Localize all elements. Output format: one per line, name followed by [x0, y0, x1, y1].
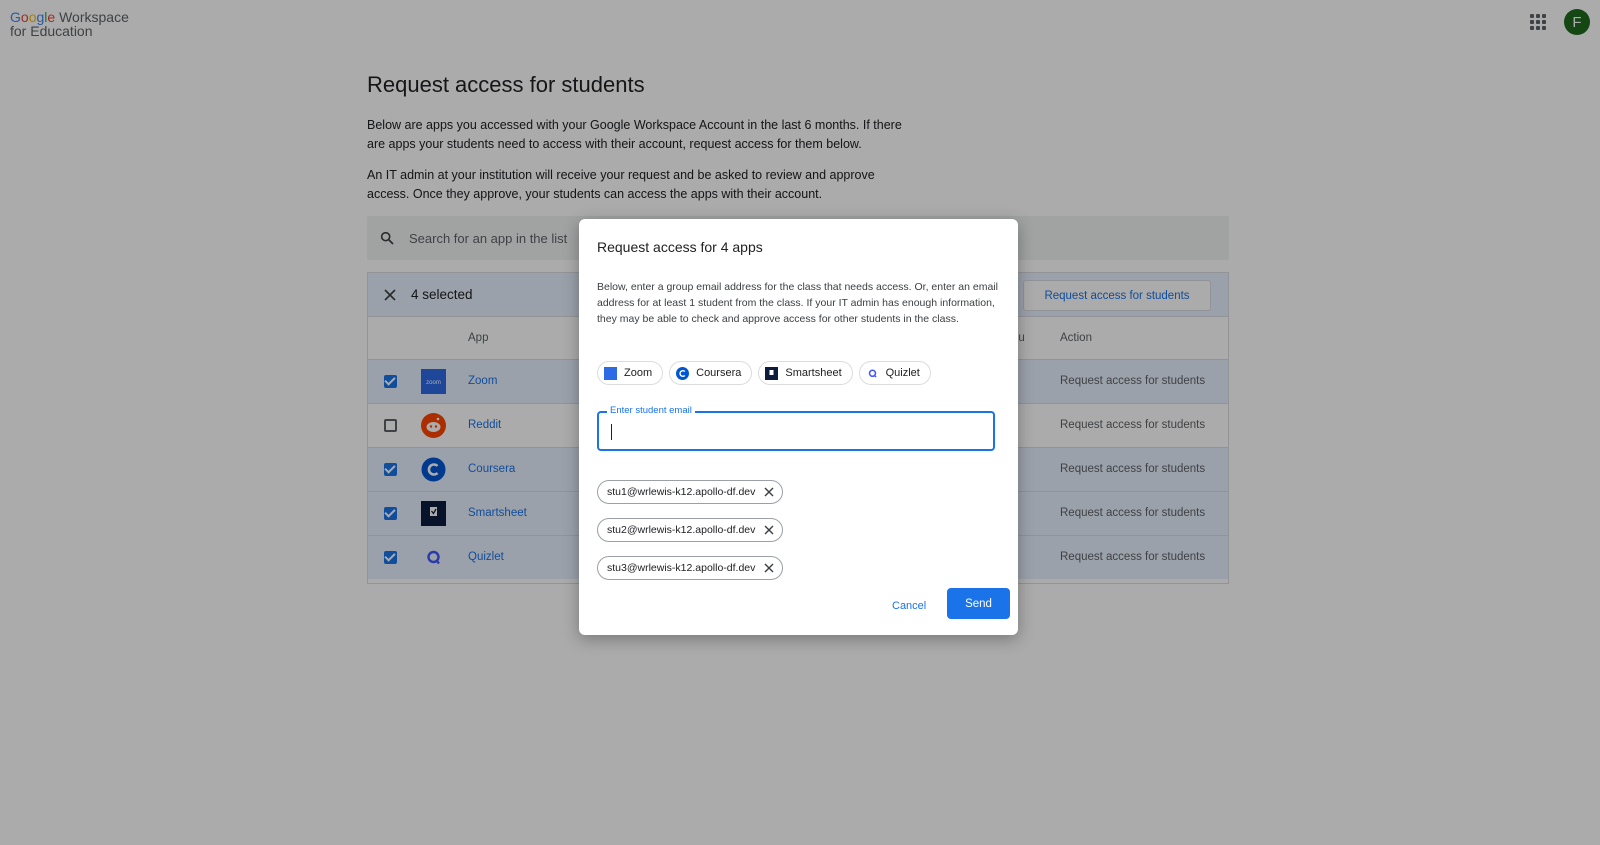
email-chip-label: stu3@wrlewis-k12.apollo-df.dev: [607, 562, 756, 574]
selected-app-chips: Zoom Coursera Smartsheet Quizlet: [597, 361, 931, 385]
page: Google Workspace for Education F Request…: [0, 0, 1600, 845]
request-access-dialog: Request access for 4 apps Below, enter a…: [579, 219, 1018, 635]
email-chip: stu1@wrlewis-k12.apollo-df.dev: [597, 480, 784, 504]
coursera-logo-icon: [676, 366, 690, 380]
remove-email-icon[interactable]: [764, 525, 774, 535]
email-field-label: Enter student email: [607, 405, 695, 416]
send-button[interactable]: Send: [947, 588, 1010, 619]
email-chip: stu3@wrlewis-k12.apollo-df.dev: [597, 556, 784, 580]
app-chip-label: Smartsheet: [785, 367, 842, 379]
student-email-input[interactable]: Enter student email: [597, 405, 995, 451]
smartsheet-logo-icon: [765, 366, 779, 380]
app-chip-label: Coursera: [696, 367, 742, 379]
quizlet-logo-icon: [868, 369, 877, 378]
app-chip-zoom: Zoom: [597, 361, 664, 385]
dialog-title: Request access for 4 apps: [597, 239, 763, 255]
zoom-logo-icon: [604, 366, 617, 380]
app-chip-label: Quizlet: [885, 367, 920, 379]
app-chip-label: Zoom: [624, 367, 653, 379]
remove-email-icon[interactable]: [764, 487, 774, 497]
email-chip: stu2@wrlewis-k12.apollo-df.dev: [597, 518, 784, 542]
dialog-description: Below, enter a group email address for t…: [597, 281, 998, 325]
app-chip-smartsheet: Smartsheet: [758, 361, 853, 385]
app-chip-quizlet: Quizlet: [858, 361, 931, 385]
email-chip-label: stu2@wrlewis-k12.apollo-df.dev: [607, 524, 756, 536]
cancel-button[interactable]: Cancel: [892, 600, 926, 612]
text-cursor: [611, 424, 612, 440]
remove-email-icon[interactable]: [764, 563, 774, 573]
email-chip-label: stu1@wrlewis-k12.apollo-df.dev: [607, 486, 756, 498]
app-chip-coursera: Coursera: [669, 361, 753, 385]
